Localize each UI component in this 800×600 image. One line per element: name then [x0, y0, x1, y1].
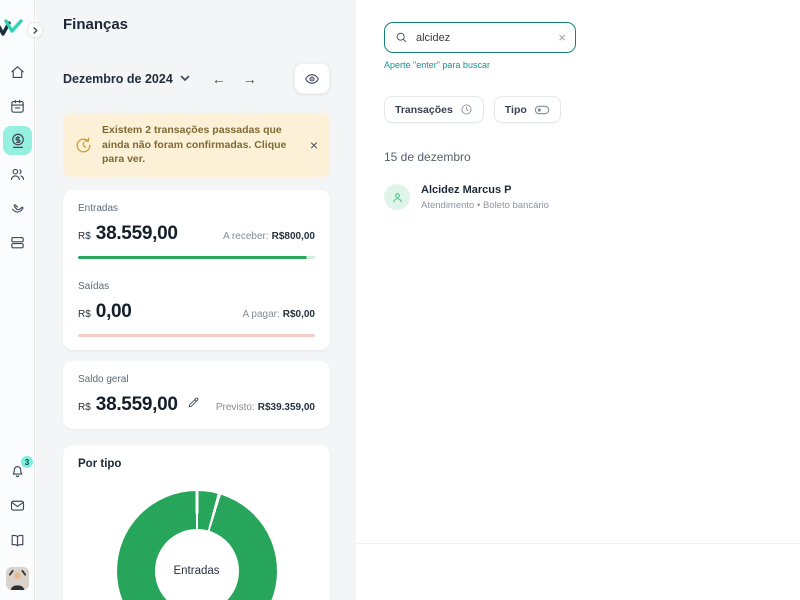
- by-type-chart: Entradas: [117, 491, 277, 600]
- mail-icon: [9, 497, 26, 514]
- toggle-visibility-button[interactable]: [294, 63, 330, 94]
- mail-button[interactable]: [9, 497, 26, 519]
- home-icon: [9, 64, 26, 81]
- previous-month-button[interactable]: ←: [212, 72, 226, 86]
- hand-gesture-icon: [9, 200, 26, 217]
- alert-close-icon[interactable]: ×: [308, 137, 320, 153]
- entradas-section: Entradas R$ 38.559,00 A receber:R$800,00: [78, 203, 315, 259]
- filter-chips: Transações Tipo: [384, 96, 800, 123]
- sidebar-item-home[interactable]: [3, 58, 32, 87]
- sidebar-item-cards[interactable]: [3, 228, 32, 257]
- book-icon: [9, 532, 26, 549]
- chevron-down-icon: [180, 75, 190, 82]
- transaction-row[interactable]: Alcidez Marcus P Atendimento • Boleto ba…: [384, 184, 800, 211]
- filter-chip-transacoes[interactable]: Transações: [384, 96, 484, 123]
- month-selector[interactable]: Dezembro de 2024: [63, 72, 190, 86]
- stacked-cards-icon: [9, 234, 26, 251]
- avatar-photo-icon: [6, 567, 29, 590]
- chevron-right-icon: [32, 27, 39, 34]
- filter-chip-transacoes-label: Transações: [395, 104, 453, 116]
- saldo-amount: 38.559,00: [96, 394, 178, 416]
- month-navigation: Dezembro de 2024 ← →: [63, 63, 330, 94]
- app-logo: [0, 17, 26, 44]
- transaction-avatar: [384, 184, 410, 210]
- entradas-progress-bar: [78, 256, 315, 259]
- search-icon: [395, 31, 408, 44]
- saldo-label: Saldo geral: [78, 374, 315, 385]
- by-type-title: Por tipo: [78, 458, 315, 470]
- transaction-name: Alcidez Marcus P: [421, 184, 549, 196]
- by-type-card: Por tipo Entradas: [63, 445, 330, 600]
- person-icon: [391, 191, 404, 204]
- saidas-amount: 0,00: [96, 301, 132, 323]
- edit-balance-button[interactable]: [187, 396, 200, 414]
- search-hint: Aperte "enter" para buscar: [384, 60, 800, 70]
- history-clock-icon: [74, 136, 93, 155]
- saldo-side-value: R$39.359,00: [258, 402, 315, 413]
- dollar-circle-icon: [9, 132, 27, 150]
- pencil-icon: [187, 396, 200, 409]
- entradas-label: Entradas: [78, 203, 315, 214]
- in-out-card: Entradas R$ 38.559,00 A receber:R$800,00…: [63, 190, 330, 350]
- entradas-amount: 38.559,00: [96, 223, 178, 245]
- search-input[interactable]: [416, 32, 550, 44]
- saidas-label: Saídas: [78, 281, 315, 292]
- pending-transactions-alert[interactable]: Existem 2 transações passadas que ainda …: [63, 113, 330, 177]
- entradas-side-value: R$800,00: [272, 231, 315, 242]
- page-title: Finanças: [63, 16, 330, 33]
- eye-icon: [304, 71, 320, 87]
- app: { "app": { "page_title": "Finanças" }, "…: [0, 0, 800, 600]
- sidebar-expand-button[interactable]: [27, 22, 43, 38]
- saidas-progress-bar: [78, 334, 315, 337]
- transaction-info: Alcidez Marcus P Atendimento • Boleto ba…: [421, 184, 549, 211]
- next-month-button[interactable]: →: [243, 72, 257, 86]
- balance-card: Saldo geral R$ 38.559,00 Previsto:R$39.3…: [63, 361, 330, 429]
- alert-text: Existem 2 transações passadas que ainda …: [102, 123, 299, 167]
- docs-button[interactable]: [9, 532, 26, 554]
- entradas-currency: R$: [78, 231, 91, 242]
- entradas-side: A receber:R$800,00: [223, 231, 315, 242]
- saidas-side-value: R$0,00: [283, 309, 315, 320]
- transaction-details: Atendimento • Boleto bancário: [421, 200, 549, 211]
- sidebar-bottom: 3: [0, 462, 35, 590]
- search-clear-icon[interactable]: ×: [558, 30, 566, 45]
- sidebar-item-clients[interactable]: [3, 160, 32, 189]
- toggle-icon: [534, 104, 550, 116]
- sidebar-nav: [0, 58, 35, 257]
- month-arrows: ← →: [212, 72, 257, 86]
- summary-panel: Finanças Dezembro de 2024 ← → Existem 2 …: [36, 0, 356, 600]
- filter-chip-tipo[interactable]: Tipo: [494, 96, 561, 123]
- right-panel-divider: [357, 543, 800, 544]
- saidas-currency: R$: [78, 309, 91, 320]
- filter-chip-tipo-label: Tipo: [505, 104, 527, 116]
- month-selector-label: Dezembro de 2024: [63, 72, 173, 86]
- sidebar-item-gesture[interactable]: [3, 194, 32, 223]
- users-icon: [9, 166, 26, 183]
- notification-badge: 3: [21, 456, 33, 468]
- sidebar-item-finance[interactable]: [3, 126, 32, 155]
- notifications-button[interactable]: 3: [9, 462, 26, 484]
- transactions-filter-icon: [460, 103, 473, 116]
- saidas-side: A pagar:R$0,00: [242, 309, 315, 320]
- saidas-section: Saídas R$ 0,00 A pagar:R$0,00: [78, 281, 315, 337]
- search-box[interactable]: ×: [384, 22, 576, 53]
- saldo-currency: R$: [78, 402, 91, 413]
- user-avatar[interactable]: [6, 567, 29, 590]
- sidebar: 3: [0, 0, 35, 600]
- search-panel: × Aperte "enter" para buscar Transações …: [357, 0, 800, 600]
- sidebar-item-calendar[interactable]: [3, 92, 32, 121]
- calendar-icon: [9, 98, 26, 115]
- saldo-side: Previsto:R$39.359,00: [216, 402, 315, 413]
- results-date-header: 15 de dezembro: [384, 150, 800, 164]
